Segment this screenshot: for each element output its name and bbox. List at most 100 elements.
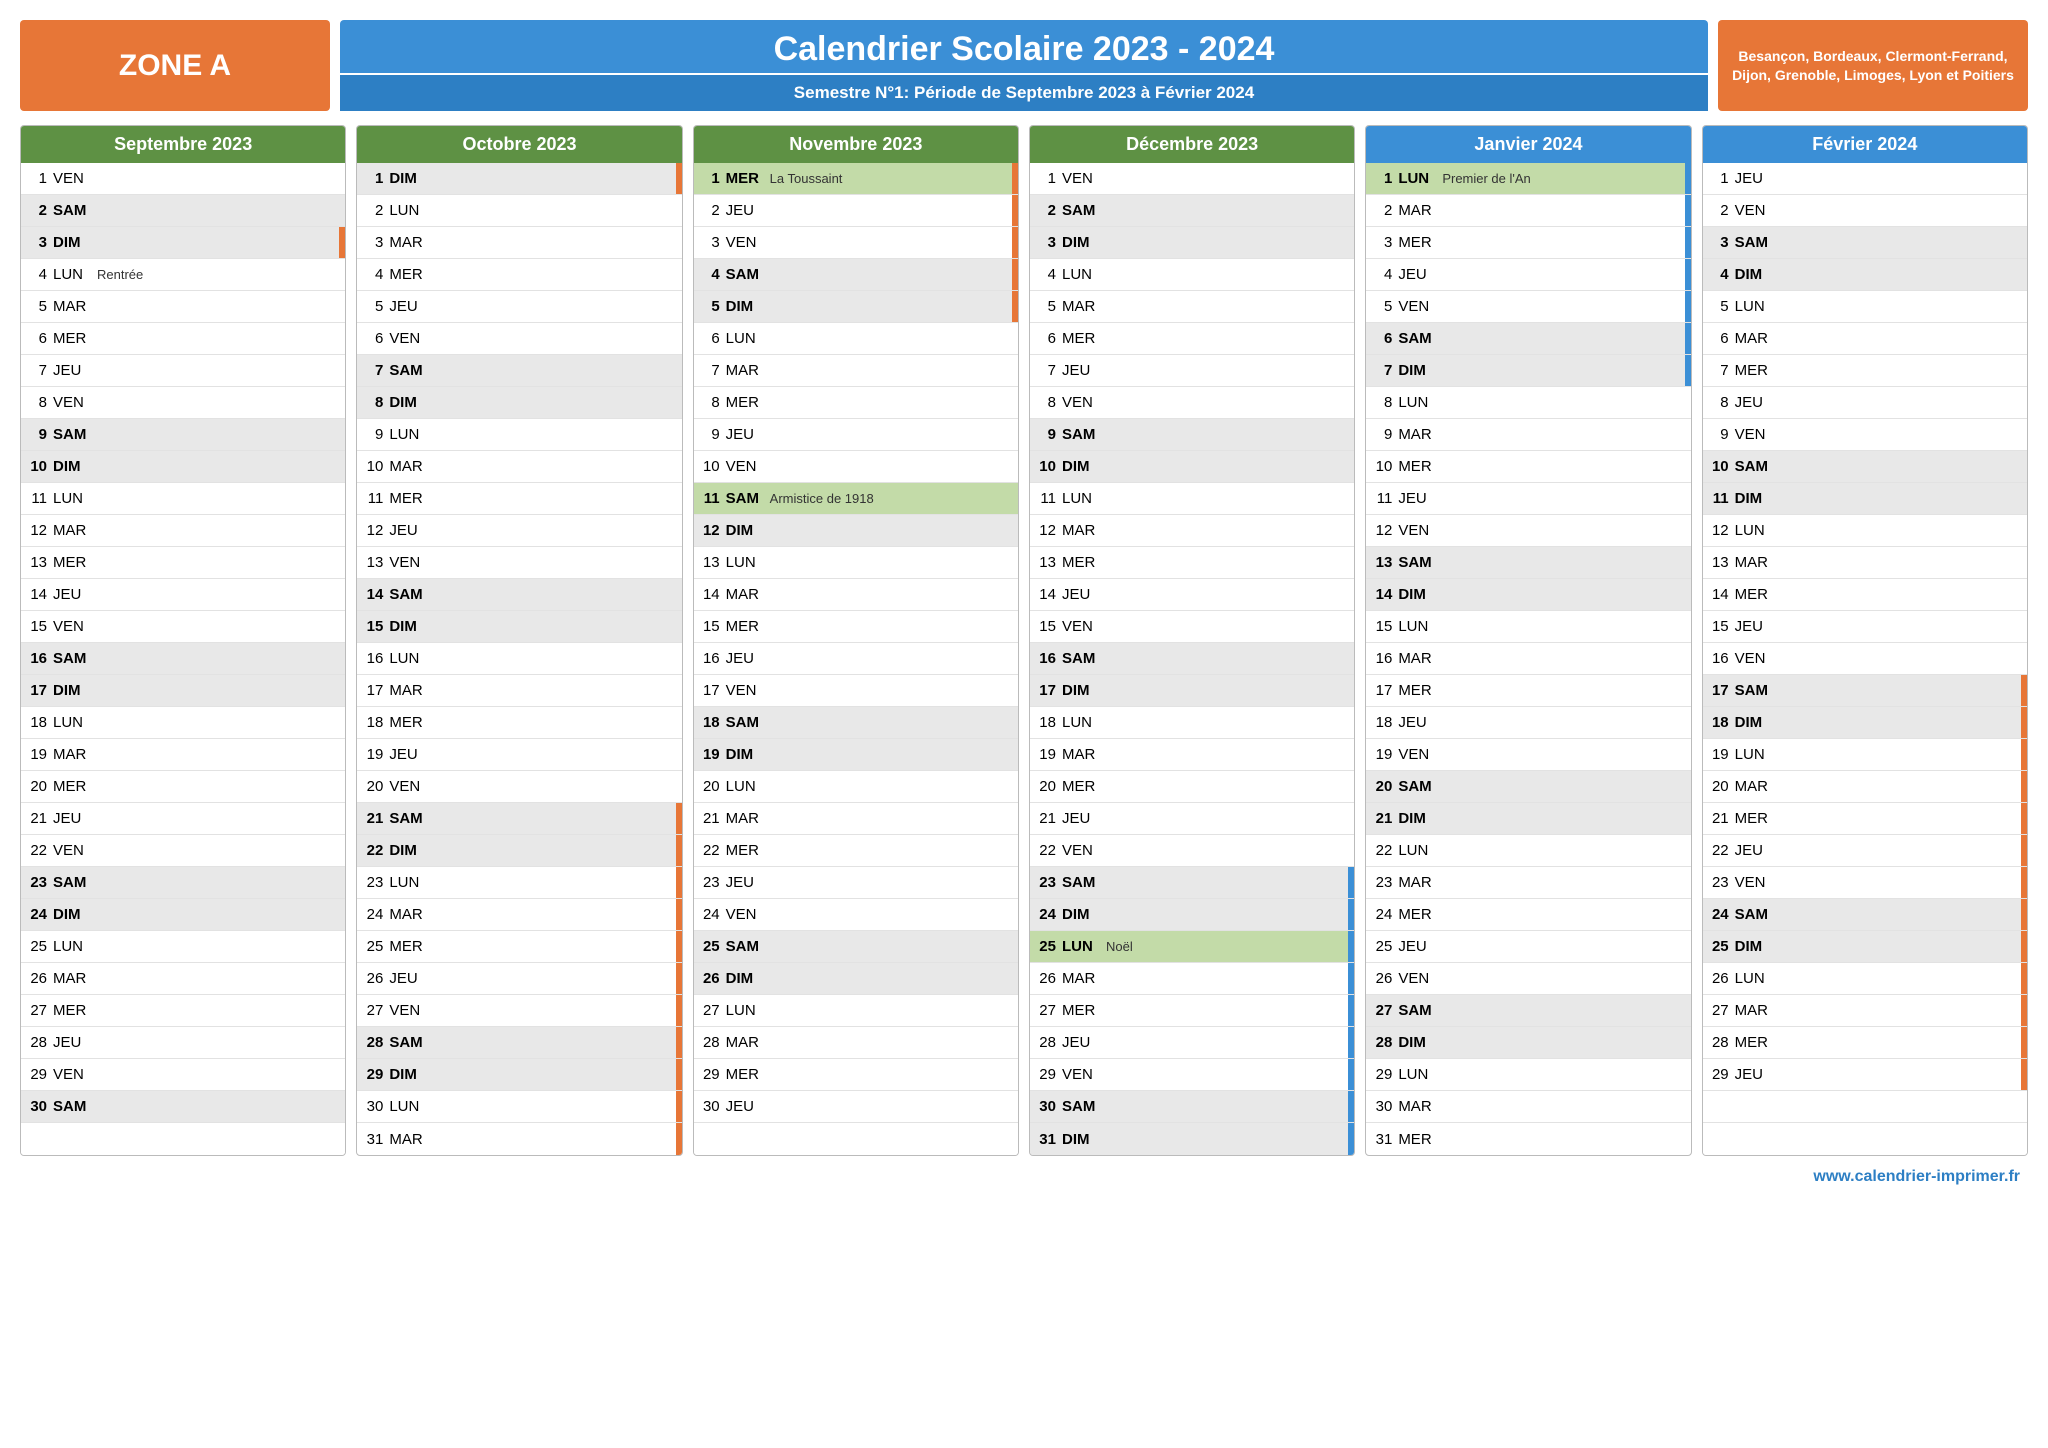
day-cell: 11LUN (1030, 483, 1354, 515)
day-cell: 19JEU (357, 739, 681, 771)
day-cell: 6MER (21, 323, 345, 355)
day-cell: 28SAM (357, 1027, 681, 1059)
day-cell: 16VEN (1703, 643, 2027, 675)
vacation-bar (1012, 163, 1018, 194)
day-cell: 12VEN (1366, 515, 1690, 547)
day-number: 12 (1034, 522, 1062, 539)
day-of-week: VEN (1735, 202, 1779, 219)
day-cell: 21MAR (694, 803, 1018, 835)
day-number: 20 (1707, 778, 1735, 795)
day-cell: 27SAM (1366, 995, 1690, 1027)
day-of-week: DIM (53, 234, 97, 251)
day-cell: 18MER (357, 707, 681, 739)
day-of-week: SAM (726, 266, 770, 283)
day-number: 13 (1034, 554, 1062, 571)
day-of-week: JEU (389, 522, 433, 539)
day-number: 24 (1034, 906, 1062, 923)
day-number: 7 (361, 362, 389, 379)
day-of-week: DIM (1398, 1034, 1442, 1051)
day-cell: 10MER (1366, 451, 1690, 483)
day-of-week: LUN (726, 554, 770, 571)
day-of-week: SAM (726, 714, 770, 731)
day-of-week: MER (726, 1066, 770, 1083)
vacation-bar (2021, 995, 2027, 1026)
day-of-week: VEN (1398, 746, 1442, 763)
day-number: 11 (1707, 490, 1735, 507)
day-cell: 23JEU (694, 867, 1018, 899)
day-of-week: LUN (1398, 1066, 1442, 1083)
day-of-week: MAR (53, 970, 97, 987)
day-of-week: MAR (726, 1034, 770, 1051)
day-number: 23 (698, 874, 726, 891)
day-cell: 13MER (1030, 547, 1354, 579)
day-of-week: MAR (53, 522, 97, 539)
day-number: 7 (25, 362, 53, 379)
month-header: Octobre 2023 (357, 126, 681, 163)
day-of-week: JEU (726, 202, 770, 219)
day-number: 13 (25, 554, 53, 571)
day-of-week: JEU (53, 362, 97, 379)
day-note: Armistice de 1918 (770, 491, 874, 506)
day-of-week: MAR (726, 362, 770, 379)
day-cell: 23SAM (1030, 867, 1354, 899)
day-number: 27 (1707, 1002, 1735, 1019)
day-of-week: SAM (1398, 778, 1442, 795)
day-number: 1 (1707, 170, 1735, 187)
day-number: 11 (698, 490, 726, 507)
day-cell: 17DIM (1030, 675, 1354, 707)
day-of-week: VEN (1735, 426, 1779, 443)
month-column: Décembre 20231VEN2SAM3DIM4LUN5MAR6MER7JE… (1029, 125, 1355, 1156)
day-number: 15 (698, 618, 726, 635)
day-of-week: MER (53, 554, 97, 571)
day-of-week: DIM (53, 458, 97, 475)
day-of-week: SAM (1062, 202, 1106, 219)
day-of-week: VEN (53, 394, 97, 411)
day-cell: 25LUN (21, 931, 345, 963)
day-number: 19 (1370, 746, 1398, 763)
day-of-week: MER (1735, 1034, 1779, 1051)
vacation-bar (2021, 1059, 2027, 1090)
month-header: Décembre 2023 (1030, 126, 1354, 163)
header: ZONE A Calendrier Scolaire 2023 - 2024 S… (20, 20, 2028, 111)
day-of-week: JEU (1735, 842, 1779, 859)
day-of-week: VEN (1062, 842, 1106, 859)
day-of-week: MER (389, 490, 433, 507)
day-cell: 19MAR (21, 739, 345, 771)
day-of-week: JEU (389, 298, 433, 315)
day-cell: 25JEU (1366, 931, 1690, 963)
day-cell: 3DIM (1030, 227, 1354, 259)
day-cell: 24VEN (694, 899, 1018, 931)
day-number: 28 (1370, 1034, 1398, 1051)
day-cell: 1JEU (1703, 163, 2027, 195)
day-number: 1 (1370, 170, 1398, 187)
day-number: 22 (1707, 842, 1735, 859)
day-cell (1703, 1091, 2027, 1123)
day-number: 13 (1370, 554, 1398, 571)
day-cell: 29VEN (1030, 1059, 1354, 1091)
day-of-week: VEN (53, 618, 97, 635)
day-cell: 26VEN (1366, 963, 1690, 995)
day-number: 5 (1707, 298, 1735, 315)
day-number: 25 (361, 938, 389, 955)
day-of-week: DIM (726, 970, 770, 987)
day-number: 13 (361, 554, 389, 571)
day-cell: 7JEU (1030, 355, 1354, 387)
day-of-week: DIM (389, 394, 433, 411)
day-cell: 23VEN (1703, 867, 2027, 899)
day-number: 18 (1034, 714, 1062, 731)
vacation-bar (676, 1059, 682, 1090)
day-cell: 18JEU (1366, 707, 1690, 739)
day-of-week: SAM (1398, 330, 1442, 347)
vacation-bar (1685, 323, 1691, 354)
title-box: Calendrier Scolaire 2023 - 2024 Semestre… (340, 20, 1708, 111)
day-number: 23 (361, 874, 389, 891)
day-cell: 9JEU (694, 419, 1018, 451)
day-number: 30 (1034, 1098, 1062, 1115)
day-number: 3 (1034, 234, 1062, 251)
month-column: Octobre 20231DIM2LUN3MAR4MER5JEU6VEN7SAM… (356, 125, 682, 1156)
day-of-week: LUN (1062, 490, 1106, 507)
day-number: 18 (361, 714, 389, 731)
day-of-week: DIM (1398, 810, 1442, 827)
day-of-week: JEU (1398, 714, 1442, 731)
vacation-bar (1685, 163, 1691, 194)
